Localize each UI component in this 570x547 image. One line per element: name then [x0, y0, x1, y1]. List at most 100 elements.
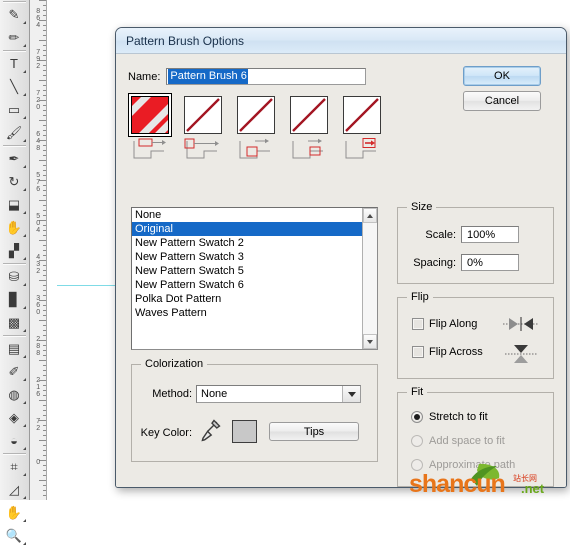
eyedropper-icon[interactable]	[200, 419, 222, 443]
tool-flyout-triangle-icon[interactable]	[23, 70, 26, 73]
ruler-tick	[43, 45, 46, 46]
tile-inner-corner[interactable]	[237, 96, 275, 165]
live-paint-selection-tool[interactable]: ◒	[0, 429, 28, 452]
list-item[interactable]: Waves Pattern	[132, 306, 362, 320]
tool-flyout-triangle-icon[interactable]	[23, 355, 26, 358]
tool-flyout-triangle-icon[interactable]	[23, 378, 26, 381]
list-item[interactable]: New Pattern Swatch 5	[132, 264, 362, 278]
rotate-tool[interactable]: ↻	[0, 170, 28, 193]
tool-flyout-triangle-icon[interactable]	[23, 496, 26, 499]
tool-flyout-triangle-icon[interactable]	[23, 188, 26, 191]
column-graph-tool[interactable]: ▊	[0, 288, 28, 311]
ruler-tick	[43, 445, 46, 446]
tool-flyout-triangle-icon[interactable]	[23, 542, 26, 545]
ok-button[interactable]: OK	[463, 66, 541, 86]
fit-option-stretch[interactable]: Stretch to fit	[411, 411, 488, 423]
tool-flyout-triangle-icon[interactable]	[23, 257, 26, 260]
tool-flyout-triangle-icon[interactable]	[23, 93, 26, 96]
flip-along-row[interactable]: Flip Along	[412, 318, 477, 330]
fit-option-add-space[interactable]: Add space to fit	[411, 435, 505, 447]
pattern-swatch-list-items[interactable]: None Original New Pattern Swatch 2 New P…	[132, 208, 362, 349]
list-item[interactable]: Original	[132, 222, 362, 236]
ruler-label: 72	[36, 418, 40, 432]
pattern-tile-strip	[131, 96, 396, 164]
flip-across-row[interactable]: Flip Across	[412, 346, 483, 358]
tool-flyout-triangle-icon[interactable]	[23, 44, 26, 47]
key-color-swatch[interactable]	[232, 420, 257, 443]
free-transform-tool[interactable]: ▞	[0, 239, 28, 262]
warp-tool[interactable]: ✋	[0, 216, 28, 239]
slice-tool[interactable]: ⌗	[0, 455, 28, 478]
scale-tool[interactable]: ⬓	[0, 193, 28, 216]
lasso-tool[interactable]: ✎	[0, 3, 28, 26]
zoom-tool[interactable]: 🔍	[0, 524, 28, 547]
tool-flyout-triangle-icon[interactable]	[23, 306, 26, 309]
eyedropper-tool[interactable]: ✐	[0, 360, 28, 383]
live-paint-bucket-tool[interactable]: ◈	[0, 406, 28, 429]
brush-name-input[interactable]: Pattern Brush 6	[166, 68, 367, 85]
flip-along-checkbox[interactable]	[412, 318, 424, 330]
scrollbar-track[interactable]	[363, 223, 377, 334]
tile-start-swatch[interactable]	[290, 96, 328, 134]
fit-add-space-radio[interactable]	[411, 435, 423, 447]
watermark-text: shancun	[409, 470, 505, 498]
fit-stretch-radio[interactable]	[411, 411, 423, 423]
rectangle-tool[interactable]: ▭	[0, 98, 28, 121]
list-item[interactable]: New Pattern Swatch 3	[132, 250, 362, 264]
paintbrush2-tool[interactable]: 🖌	[0, 121, 28, 144]
type-tool[interactable]: T	[0, 52, 28, 75]
cancel-button[interactable]: Cancel	[463, 91, 541, 111]
tool-flyout-triangle-icon[interactable]	[23, 329, 26, 332]
gradient-tool[interactable]: ▤	[0, 337, 28, 360]
tile-start[interactable]	[290, 96, 328, 165]
chevron-down-icon[interactable]	[342, 386, 360, 402]
tool-flyout-triangle-icon[interactable]	[23, 21, 26, 24]
outer-corner-tile-diagram-icon	[184, 138, 219, 159]
tool-flyout-triangle-icon[interactable]	[23, 234, 26, 237]
pencil-tool[interactable]: ✒	[0, 147, 28, 170]
symbol-sprayer-tool[interactable]: ⛁	[0, 265, 28, 288]
scale-input[interactable]: 100%	[461, 226, 519, 243]
tool-flyout-triangle-icon[interactable]	[23, 211, 26, 214]
flip-across-checkbox[interactable]	[412, 346, 424, 358]
hand-tool[interactable]: ✋	[0, 501, 28, 524]
eraser-tool[interactable]: ◿	[0, 478, 28, 501]
paintbrush-tool[interactable]: ✏	[0, 26, 28, 49]
tool-flyout-triangle-icon[interactable]	[23, 401, 26, 404]
key-color-label: Key Color:	[140, 427, 192, 439]
list-item[interactable]: None	[132, 208, 362, 222]
tool-flyout-triangle-icon[interactable]	[23, 283, 26, 286]
tool-flyout-triangle-icon[interactable]	[23, 519, 26, 522]
tile-inner-corner-swatch[interactable]	[237, 96, 275, 134]
spacing-input[interactable]: 0%	[461, 254, 519, 271]
tool-flyout-triangle-icon[interactable]	[23, 424, 26, 427]
blend-tool[interactable]: ◍	[0, 383, 28, 406]
colorization-method-dropdown[interactable]: None	[196, 385, 361, 403]
tile-side[interactable]	[131, 96, 169, 165]
scroll-up-arrow-icon[interactable]	[363, 208, 377, 223]
tile-outer-corner[interactable]	[184, 96, 222, 165]
vertical-ruler[interactable]: 864792720648576504432360288216720	[30, 0, 47, 500]
tile-outer-corner-swatch[interactable]	[184, 96, 222, 134]
cyan-guide-line	[57, 285, 117, 286]
tile-end-swatch[interactable]	[343, 96, 381, 134]
tools-palette[interactable]: ✎ ✏ T ╲ ▭ 🖌 ✒ ↻ ⬓ ✋ ▞ ⛁ ▊ ▩ ▤ ✐ ◍ ◈ ◒ ⌗ ◿ ✋ 🔍	[0, 0, 30, 545]
tool-flyout-triangle-icon[interactable]	[23, 116, 26, 119]
ruler-tick	[43, 485, 46, 486]
tile-side-swatch[interactable]	[131, 96, 169, 134]
tool-flyout-triangle-icon[interactable]	[23, 165, 26, 168]
list-scrollbar[interactable]	[362, 208, 377, 349]
tool-flyout-triangle-icon[interactable]	[23, 139, 26, 142]
pattern-swatch-list[interactable]: None Original New Pattern Swatch 2 New P…	[131, 207, 378, 350]
mesh-tool[interactable]: ▩	[0, 311, 28, 334]
line-segment-tool[interactable]: ╲	[0, 75, 28, 98]
tile-end[interactable]	[343, 96, 381, 165]
list-item[interactable]: New Pattern Swatch 6	[132, 278, 362, 292]
list-item[interactable]: Polka Dot Pattern	[132, 292, 362, 306]
tool-flyout-triangle-icon[interactable]	[23, 447, 26, 450]
tool-flyout-triangle-icon[interactable]	[23, 473, 26, 476]
scroll-down-arrow-icon[interactable]	[363, 334, 377, 349]
list-item[interactable]: New Pattern Swatch 2	[132, 236, 362, 250]
tips-button[interactable]: Tips	[269, 422, 359, 441]
spacing-label: Spacing:	[413, 257, 456, 269]
